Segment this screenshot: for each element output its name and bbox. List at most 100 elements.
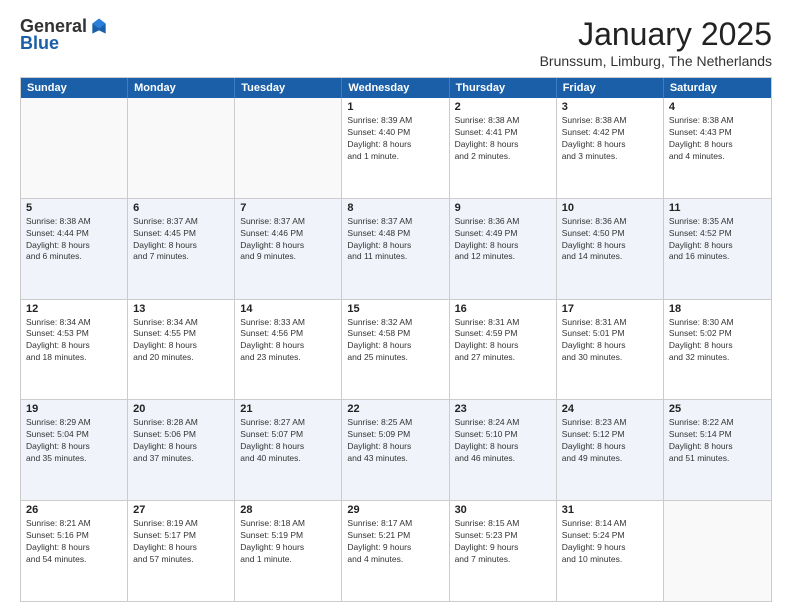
cal-cell: 25 Sunrise: 8:22 AM Sunset: 5:14 PM Dayli… [664, 400, 771, 500]
day-number: 24 [562, 403, 658, 415]
cal-cell: 15 Sunrise: 8:32 AM Sunset: 4:58 PM Dayli… [342, 300, 449, 400]
cal-cell: 21 Sunrise: 8:27 AM Sunset: 5:07 PM Dayli… [235, 400, 342, 500]
day-number: 4 [669, 101, 766, 113]
day-number: 31 [562, 504, 658, 516]
cal-cell: 18Sunrise: 8:30 AM Sunset: 5:02 PM Dayli… [664, 300, 771, 400]
day-info: Sunrise: 8:37 AM Sunset: 4:46 PM Dayligh… [240, 216, 336, 264]
day-info: Sunrise: 8:14 AM Sunset: 5:24 PM Dayligh… [562, 518, 658, 566]
day-info: Sunrise: 8:32 AM Sunset: 4:58 PM Dayligh… [347, 317, 443, 365]
cal-header-cell-friday: Friday [557, 78, 664, 98]
cal-cell: 16 Sunrise: 8:31 AM Sunset: 4:59 PM Dayli… [450, 300, 557, 400]
cal-cell: 10Sunrise: 8:36 AM Sunset: 4:50 PM Dayli… [557, 199, 664, 299]
day-info: Sunrise: 8:36 AM Sunset: 4:49 PM Dayligh… [455, 216, 551, 264]
day-number: 8 [347, 202, 443, 214]
day-info: Sunrise: 8:21 AM Sunset: 5:16 PM Dayligh… [26, 518, 122, 566]
logo-blue: Blue [20, 33, 59, 54]
cal-row-5: 26 Sunrise: 8:21 AM Sunset: 5:16 PM Dayli… [21, 500, 771, 601]
cal-row-2: 5 Sunrise: 8:38 AM Sunset: 4:44 PM Daylig… [21, 198, 771, 299]
day-info: Sunrise: 8:35 AM Sunset: 4:52 PM Dayligh… [669, 216, 766, 264]
cal-cell: 6 Sunrise: 8:37 AM Sunset: 4:45 PM Daylig… [128, 199, 235, 299]
calendar-header: SundayMondayTuesdayWednesdayThursdayFrid… [21, 78, 771, 98]
cal-cell: 26 Sunrise: 8:21 AM Sunset: 5:16 PM Dayli… [21, 501, 128, 601]
day-info: Sunrise: 8:18 AM Sunset: 5:19 PM Dayligh… [240, 518, 336, 566]
day-number: 15 [347, 303, 443, 315]
month-title: January 2025 [540, 16, 772, 53]
cal-cell: 5 Sunrise: 8:38 AM Sunset: 4:44 PM Daylig… [21, 199, 128, 299]
cal-cell [128, 98, 235, 198]
day-number: 20 [133, 403, 229, 415]
day-info: Sunrise: 8:27 AM Sunset: 5:07 PM Dayligh… [240, 417, 336, 465]
day-info: Sunrise: 8:38 AM Sunset: 4:44 PM Dayligh… [26, 216, 122, 264]
cal-header-cell-wednesday: Wednesday [342, 78, 449, 98]
calendar-body: 1 Sunrise: 8:39 AM Sunset: 4:40 PM Daylig… [21, 98, 771, 601]
cal-cell: 24 Sunrise: 8:23 AM Sunset: 5:12 PM Dayli… [557, 400, 664, 500]
day-info: Sunrise: 8:23 AM Sunset: 5:12 PM Dayligh… [562, 417, 658, 465]
page: General Blue January 2025 Brunssum, Limb… [0, 0, 792, 612]
cal-cell: 23Sunrise: 8:24 AM Sunset: 5:10 PM Dayli… [450, 400, 557, 500]
cal-row-4: 19 Sunrise: 8:29 AM Sunset: 5:04 PM Dayli… [21, 399, 771, 500]
cal-cell: 3 Sunrise: 8:38 AM Sunset: 4:42 PM Daylig… [557, 98, 664, 198]
day-number: 25 [669, 403, 766, 415]
day-info: Sunrise: 8:37 AM Sunset: 4:48 PM Dayligh… [347, 216, 443, 264]
day-number: 29 [347, 504, 443, 516]
cal-row-3: 12 Sunrise: 8:34 AM Sunset: 4:53 PM Dayli… [21, 299, 771, 400]
day-number: 16 [455, 303, 551, 315]
cal-cell: 9 Sunrise: 8:36 AM Sunset: 4:49 PM Daylig… [450, 199, 557, 299]
cal-cell: 28 Sunrise: 8:18 AM Sunset: 5:19 PM Dayli… [235, 501, 342, 601]
day-info: Sunrise: 8:30 AM Sunset: 5:02 PM Dayligh… [669, 317, 766, 365]
day-info: Sunrise: 8:15 AM Sunset: 5:23 PM Dayligh… [455, 518, 551, 566]
cal-cell: 31 Sunrise: 8:14 AM Sunset: 5:24 PM Dayli… [557, 501, 664, 601]
location: Brunssum, Limburg, The Netherlands [540, 53, 772, 69]
cal-cell: 22Sunrise: 8:25 AM Sunset: 5:09 PM Dayli… [342, 400, 449, 500]
header: General Blue January 2025 Brunssum, Limb… [20, 16, 772, 69]
day-number: 14 [240, 303, 336, 315]
cal-row-1: 1 Sunrise: 8:39 AM Sunset: 4:40 PM Daylig… [21, 98, 771, 198]
cal-cell: 13Sunrise: 8:34 AM Sunset: 4:55 PM Dayli… [128, 300, 235, 400]
day-number: 26 [26, 504, 122, 516]
day-number: 27 [133, 504, 229, 516]
calendar: SundayMondayTuesdayWednesdayThursdayFrid… [20, 77, 772, 602]
day-info: Sunrise: 8:29 AM Sunset: 5:04 PM Dayligh… [26, 417, 122, 465]
cal-cell: 20Sunrise: 8:28 AM Sunset: 5:06 PM Dayli… [128, 400, 235, 500]
day-info: Sunrise: 8:31 AM Sunset: 4:59 PM Dayligh… [455, 317, 551, 365]
day-number: 19 [26, 403, 122, 415]
cal-cell: 7 Sunrise: 8:37 AM Sunset: 4:46 PM Daylig… [235, 199, 342, 299]
day-number: 10 [562, 202, 658, 214]
cal-cell: 27 Sunrise: 8:19 AM Sunset: 5:17 PM Dayli… [128, 501, 235, 601]
day-info: Sunrise: 8:39 AM Sunset: 4:40 PM Dayligh… [347, 115, 443, 163]
day-number: 3 [562, 101, 658, 113]
cal-header-cell-tuesday: Tuesday [235, 78, 342, 98]
day-info: Sunrise: 8:25 AM Sunset: 5:09 PM Dayligh… [347, 417, 443, 465]
day-number: 7 [240, 202, 336, 214]
cal-cell: 30 Sunrise: 8:15 AM Sunset: 5:23 PM Dayli… [450, 501, 557, 601]
day-info: Sunrise: 8:31 AM Sunset: 5:01 PM Dayligh… [562, 317, 658, 365]
day-number: 1 [347, 101, 443, 113]
cal-header-cell-saturday: Saturday [664, 78, 771, 98]
cal-cell: 8 Sunrise: 8:37 AM Sunset: 4:48 PM Daylig… [342, 199, 449, 299]
cal-cell: 2Sunrise: 8:38 AM Sunset: 4:41 PM Daylig… [450, 98, 557, 198]
day-number: 5 [26, 202, 122, 214]
cal-cell: 4 Sunrise: 8:38 AM Sunset: 4:43 PM Daylig… [664, 98, 771, 198]
day-number: 21 [240, 403, 336, 415]
day-info: Sunrise: 8:19 AM Sunset: 5:17 PM Dayligh… [133, 518, 229, 566]
day-number: 6 [133, 202, 229, 214]
day-info: Sunrise: 8:38 AM Sunset: 4:43 PM Dayligh… [669, 115, 766, 163]
day-number: 12 [26, 303, 122, 315]
cal-cell: 29 Sunrise: 8:17 AM Sunset: 5:21 PM Dayli… [342, 501, 449, 601]
day-info: Sunrise: 8:34 AM Sunset: 4:53 PM Dayligh… [26, 317, 122, 365]
cal-header-cell-sunday: Sunday [21, 78, 128, 98]
day-number: 30 [455, 504, 551, 516]
cal-header-cell-monday: Monday [128, 78, 235, 98]
day-info: Sunrise: 8:17 AM Sunset: 5:21 PM Dayligh… [347, 518, 443, 566]
cal-cell [664, 501, 771, 601]
day-number: 13 [133, 303, 229, 315]
cal-cell: 1 Sunrise: 8:39 AM Sunset: 4:40 PM Daylig… [342, 98, 449, 198]
day-info: Sunrise: 8:38 AM Sunset: 4:42 PM Dayligh… [562, 115, 658, 163]
day-number: 9 [455, 202, 551, 214]
day-info: Sunrise: 8:37 AM Sunset: 4:45 PM Dayligh… [133, 216, 229, 264]
day-info: Sunrise: 8:22 AM Sunset: 5:14 PM Dayligh… [669, 417, 766, 465]
day-number: 2 [455, 101, 551, 113]
day-number: 23 [455, 403, 551, 415]
day-number: 28 [240, 504, 336, 516]
cal-cell: 14Sunrise: 8:33 AM Sunset: 4:56 PM Dayli… [235, 300, 342, 400]
